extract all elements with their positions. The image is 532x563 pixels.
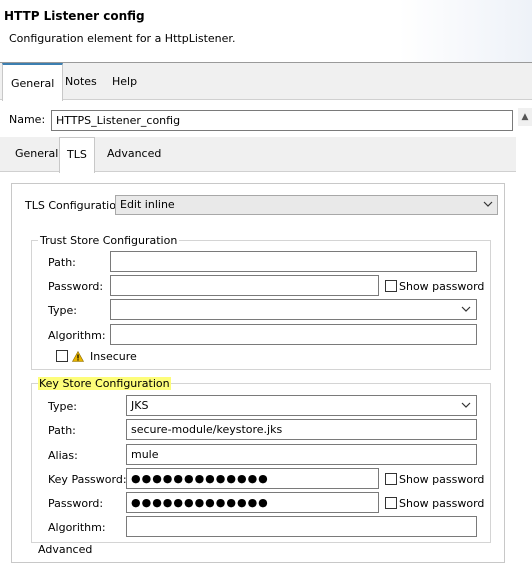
- keystore-password-input[interactable]: ●●●●●●●●●●●●●: [126, 492, 379, 513]
- insecure-label[interactable]: Insecure: [90, 350, 137, 363]
- chevron-down-icon: [461, 402, 471, 408]
- key-path-input[interactable]: secure-module/keystore.jks: [126, 419, 477, 440]
- keystore-password-show-label[interactable]: Show password: [399, 497, 484, 510]
- trust-password-input[interactable]: [110, 275, 379, 296]
- trust-show-password-label[interactable]: Show password: [399, 280, 484, 293]
- tab-notes[interactable]: Notes: [57, 63, 105, 100]
- keystore-password-label: Password:: [48, 497, 104, 510]
- sub-tab-bar: General TLS Advanced: [0, 137, 516, 173]
- trust-type-select[interactable]: [110, 299, 477, 320]
- tls-configuration-label: TLS Configuration: [25, 199, 123, 212]
- key-type-label: Type:: [48, 400, 77, 413]
- trust-algorithm-label: Algorithm:: [48, 329, 106, 342]
- trust-path-label: Path:: [48, 256, 76, 269]
- top-tab-bar: General Notes Help: [0, 63, 532, 101]
- subtab-general[interactable]: General: [8, 137, 65, 172]
- scroll-up-arrow-icon[interactable]: ▲: [518, 108, 532, 126]
- key-password-input[interactable]: ●●●●●●●●●●●●●: [126, 468, 379, 489]
- subtab-advanced[interactable]: Advanced: [100, 137, 168, 172]
- dialog-title: HTTP Listener config: [4, 9, 145, 23]
- insecure-checkbox[interactable]: [56, 350, 68, 362]
- key-type-value: JKS: [131, 399, 149, 412]
- name-row: Name: HTTPS_Listener_config: [0, 101, 532, 137]
- trust-show-password-checkbox[interactable]: [385, 280, 397, 292]
- key-algorithm-input[interactable]: [126, 516, 477, 537]
- chevron-down-icon: [483, 201, 493, 207]
- key-password-show-label[interactable]: Show password: [399, 473, 484, 486]
- trust-algorithm-input[interactable]: [110, 324, 477, 345]
- dialog-description: Configuration element for a HttpListener…: [9, 32, 236, 45]
- trust-type-label: Type:: [48, 304, 77, 317]
- key-algorithm-label: Algorithm:: [48, 521, 106, 534]
- key-path-label: Path:: [48, 424, 76, 437]
- key-type-select[interactable]: JKS: [126, 395, 477, 416]
- tls-configuration-value: Edit inline: [120, 198, 175, 211]
- chevron-down-icon: [461, 306, 471, 312]
- key-password-label: Key Password:: [48, 473, 127, 486]
- trust-path-input[interactable]: [110, 251, 477, 272]
- name-input[interactable]: HTTPS_Listener_config: [51, 110, 513, 131]
- editor-header: HTTP Listener config Configuration eleme…: [0, 0, 532, 62]
- subtab-tls[interactable]: TLS: [59, 137, 95, 173]
- tab-help[interactable]: Help: [104, 63, 145, 100]
- trust-store-title: Trust Store Configuration: [38, 234, 180, 247]
- keystore-password-show-checkbox[interactable]: [385, 497, 397, 509]
- key-alias-label: Alias:: [48, 449, 78, 462]
- tls-configuration-select[interactable]: Edit inline: [115, 195, 498, 215]
- key-store-title: Key Store Configuration: [38, 377, 171, 390]
- trust-password-label: Password:: [48, 280, 104, 293]
- key-alias-input[interactable]: mule: [126, 444, 477, 465]
- name-label: Name:: [9, 113, 46, 126]
- warning-icon: [72, 351, 84, 362]
- key-password-show-checkbox[interactable]: [385, 473, 397, 485]
- tab-general[interactable]: General: [2, 63, 64, 101]
